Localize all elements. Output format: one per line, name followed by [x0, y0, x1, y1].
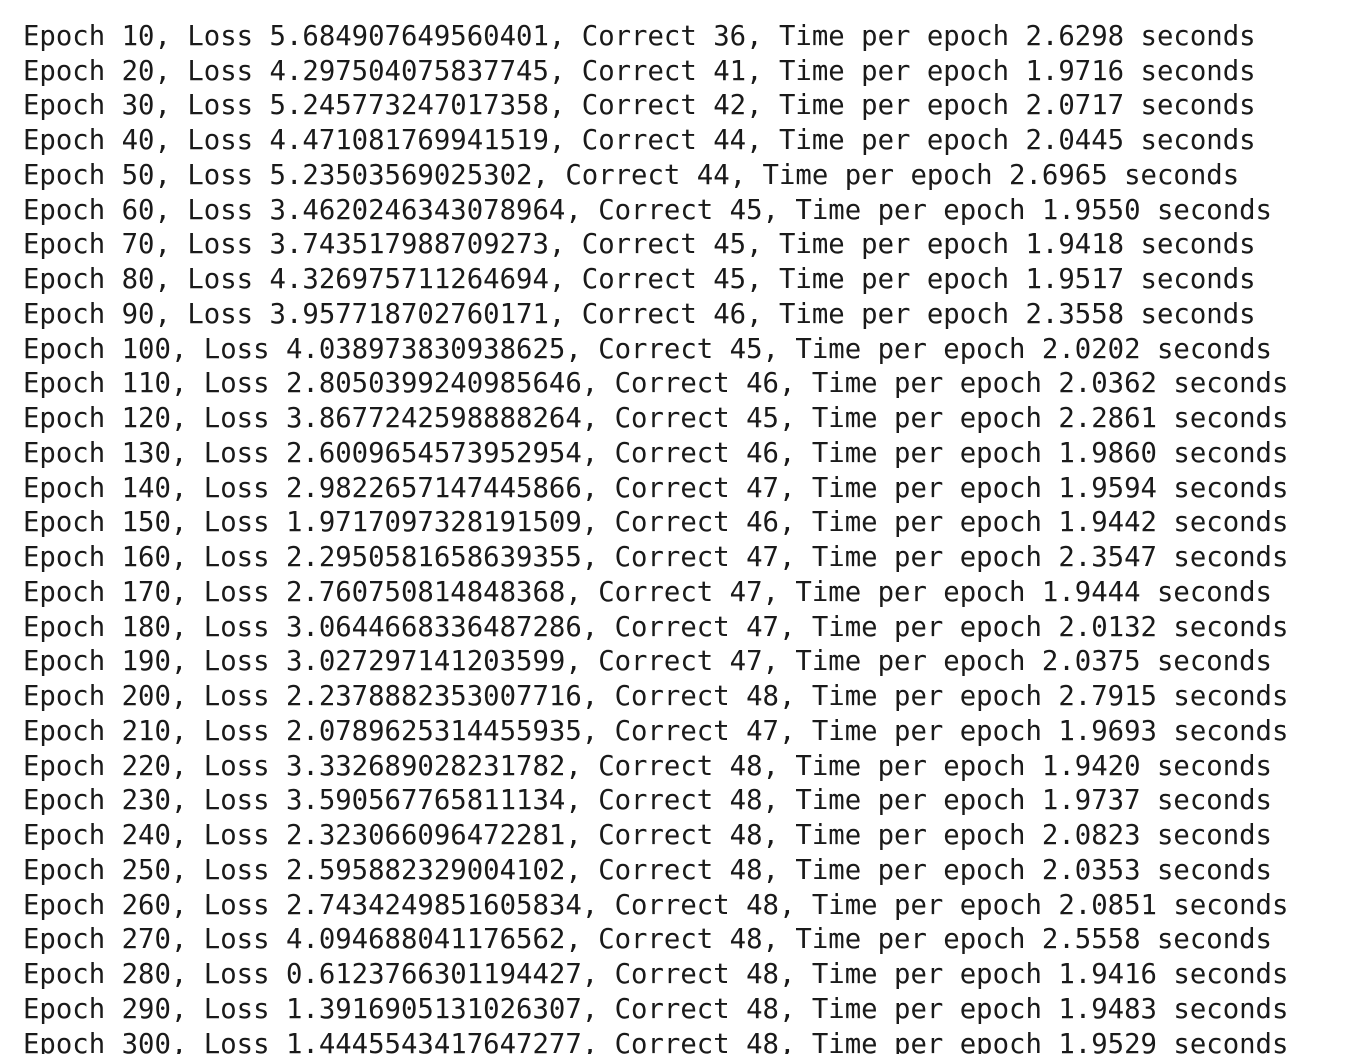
log-line: Epoch 30, Loss 5.245773247017358, Correc…: [23, 90, 1256, 122]
log-line: Epoch 150, Loss 1.9717097328191509, Corr…: [23, 507, 1289, 539]
log-line: Epoch 200, Loss 2.2378882353007716, Corr…: [23, 681, 1289, 712]
log-line: Epoch 90, Loss 3.957718702760171, Correc…: [23, 298, 1256, 330]
log-line: Epoch 100, Loss 4.038973830938625, Corre…: [23, 333, 1272, 365]
log-line: Epoch 280, Loss 0.6123766301194427, Corr…: [23, 959, 1289, 990]
log-line: Epoch 130, Loss 2.6009654573952954, Corr…: [23, 437, 1289, 469]
log-lines: Epoch 10, Loss 5.684907649560401, Correc…: [23, 0, 1288, 1054]
log-line: Epoch 210, Loss 2.0789625314455935, Corr…: [23, 715, 1289, 747]
log-line: Epoch 120, Loss 3.8677242598888264, Corr…: [23, 403, 1289, 434]
log-line: Epoch 300, Loss 1.4445543417647277, Corr…: [23, 1028, 1289, 1054]
log-line: Epoch 10, Loss 5.684907649560401, Correc…: [23, 20, 1256, 52]
log-line: Epoch 270, Loss 4.094688041176562, Corre…: [23, 924, 1272, 956]
log-line: Epoch 80, Loss 4.326975711264694, Correc…: [23, 264, 1256, 295]
log-line: Epoch 50, Loss 5.23503569025302, Correct…: [23, 159, 1240, 191]
log-line: Epoch 260, Loss 2.7434249851605834, Corr…: [23, 889, 1289, 921]
log-line: Epoch 70, Loss 3.743517988709273, Correc…: [23, 229, 1256, 261]
log-line: Epoch 170, Loss 2.760750814848368, Corre…: [23, 576, 1272, 608]
log-line: Epoch 110, Loss 2.8050399240985646, Corr…: [23, 368, 1289, 400]
log-line: Epoch 160, Loss 2.2950581658639355, Corr…: [23, 542, 1289, 573]
training-log-output: Epoch 10, Loss 5.684907649560401, Correc…: [0, 0, 1350, 1054]
log-line: Epoch 180, Loss 3.0644668336487286, Corr…: [23, 611, 1289, 643]
log-line: Epoch 240, Loss 2.323066096472281, Corre…: [23, 820, 1272, 851]
log-line: Epoch 40, Loss 4.471081769941519, Correc…: [23, 125, 1256, 156]
log-line-partial-top: [23, 0, 1288, 20]
log-line: Epoch 250, Loss 2.595882329004102, Corre…: [23, 854, 1272, 886]
log-line: Epoch 190, Loss 3.027297141203599, Corre…: [23, 646, 1272, 678]
log-line: Epoch 230, Loss 3.590567765811134, Corre…: [23, 785, 1272, 817]
log-line: Epoch 20, Loss 4.297504075837745, Correc…: [23, 55, 1256, 87]
log-line: Epoch 60, Loss 3.4620246343078964, Corre…: [23, 194, 1272, 226]
log-line: Epoch 140, Loss 2.9822657147445866, Corr…: [23, 472, 1289, 504]
log-line: Epoch 220, Loss 3.332689028231782, Corre…: [23, 750, 1272, 782]
log-line: Epoch 290, Loss 1.3916905131026307, Corr…: [23, 993, 1289, 1025]
